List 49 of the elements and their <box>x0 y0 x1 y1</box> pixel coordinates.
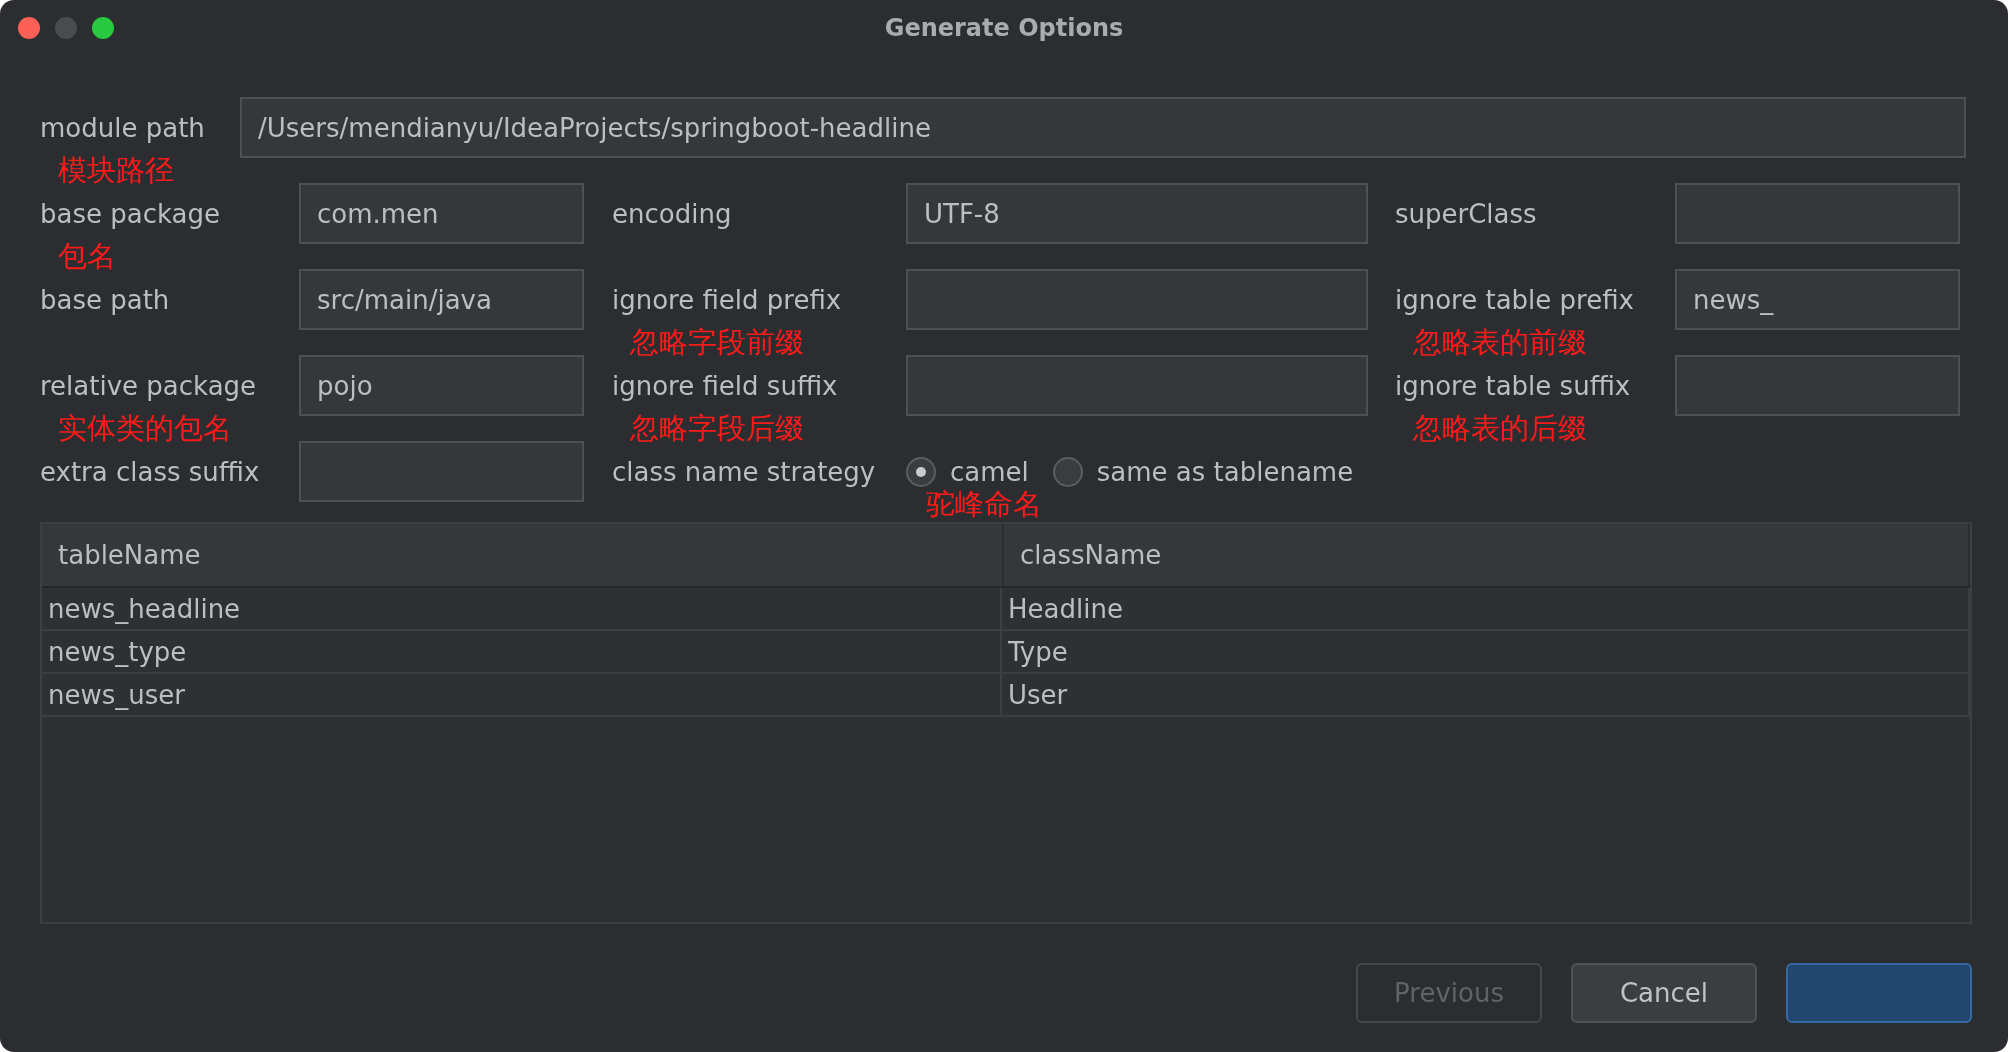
input-field[interactable]: com.men <box>299 183 584 244</box>
table-cell: news_user <box>42 674 1002 715</box>
radio-button[interactable] <box>906 456 936 487</box>
input-field[interactable]: /Users/mendianyu/IdeaProjects/springboot-headline <box>240 97 1966 158</box>
input-field[interactable] <box>1675 183 1960 244</box>
zoom-button[interactable] <box>92 17 114 39</box>
field-label: ignore table prefix <box>1395 284 1634 315</box>
field-label: ignore table suffix <box>1395 370 1631 401</box>
close-button[interactable] <box>18 17 40 39</box>
dialog-button[interactable] <box>1786 963 1972 1023</box>
column-header[interactable]: tableName <box>42 524 1004 586</box>
input-field[interactable]: news_ <box>1675 269 1960 330</box>
field-label: base path <box>40 284 170 315</box>
window-title: Generate Options <box>884 13 1124 42</box>
field-label: relative package <box>40 370 257 401</box>
radio-label: same as tablename <box>1096 456 1354 487</box>
input-field[interactable]: UTF-8 <box>906 183 1368 244</box>
table-cell: User <box>1002 674 1970 715</box>
input-field[interactable]: pojo <box>299 355 584 416</box>
field-label: encoding <box>612 198 732 229</box>
field-label: base package <box>40 198 220 229</box>
field-label: ignore field suffix <box>612 370 838 401</box>
annotation-text: 忽略表的后缀 <box>1413 410 1587 447</box>
minimize-button[interactable] <box>55 17 77 39</box>
field-label: ignore field prefix <box>612 284 842 315</box>
input-field[interactable] <box>299 441 584 502</box>
table-cell: Headline <box>1002 588 1970 629</box>
annotation-text: 忽略字段后缀 <box>630 410 804 447</box>
annotation-text: 模块路径 <box>58 152 174 189</box>
table-cell: news_type <box>42 631 1002 672</box>
annotation-text: 实体类的包名 <box>58 410 232 447</box>
dialog-button[interactable]: Cancel <box>1571 963 1757 1023</box>
input-field[interactable] <box>906 269 1368 330</box>
field-label: class name strategy <box>612 456 876 487</box>
field-label: extra class suffix <box>40 456 260 487</box>
radio-button[interactable] <box>1052 456 1083 487</box>
annotation-text: 忽略表的前缀 <box>1413 324 1587 361</box>
table-cell: Type <box>1002 631 1970 672</box>
input-field[interactable] <box>1675 355 1960 416</box>
column-header[interactable]: className <box>1004 524 1970 586</box>
radio-label: camel <box>950 456 1029 487</box>
table-cell: news_headline <box>42 588 1002 629</box>
annotation-text: 驼峰命名 <box>926 485 1042 523</box>
field-label: module path <box>40 112 206 143</box>
field-label: superClass <box>1395 198 1537 229</box>
annotation-text: 包名 <box>58 238 116 275</box>
annotation-text: 忽略字段前缀 <box>630 324 804 361</box>
input-field[interactable] <box>906 355 1368 416</box>
input-field[interactable]: src/main/java <box>299 269 584 330</box>
